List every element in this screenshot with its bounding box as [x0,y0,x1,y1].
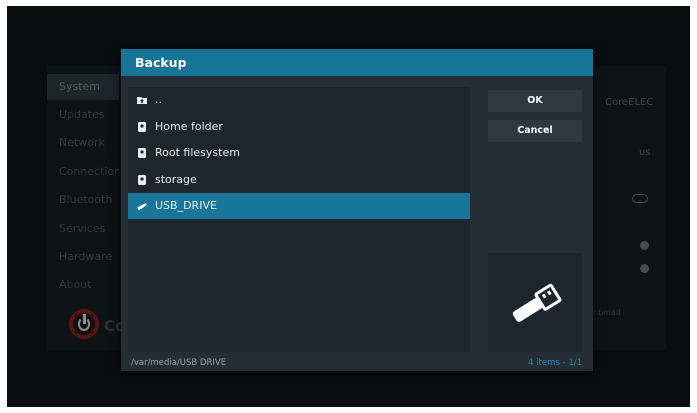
dialog-title: Backup [135,55,187,70]
file-item-label: USB_DRIVE [155,199,217,212]
file-list: .. Home folder Root filesystem storage U… [128,87,470,352]
drive-icon [138,122,146,132]
ok-button[interactable]: OK [488,90,582,112]
preview-panel [488,253,582,352]
item-count: 4 items - 1/1 [528,358,582,368]
file-item-label: .. [155,93,162,106]
backup-dialog: Backup .. Home folder Root filesystem st… [121,49,593,371]
current-path: /var/media/USB DRIVE [131,358,227,368]
page-indicator: 1/1 [568,358,582,368]
file-item-home[interactable]: Home folder [128,114,470,140]
drive-icon [138,175,146,185]
usb-drive-icon [512,283,562,322]
item-count-label: 4 items [528,358,560,368]
dialog-header: Backup [121,49,593,76]
file-item-label: storage [155,173,197,186]
file-item-storage[interactable]: storage [128,167,470,193]
folder-up-icon [137,97,147,104]
file-item-parent[interactable]: .. [128,87,470,113]
usb-icon [137,203,147,211]
cancel-button[interactable]: Cancel [488,120,582,142]
file-item-usb-drive[interactable]: USB_DRIVE [128,193,470,219]
file-item-label: Root filesystem [155,146,240,159]
file-item-root[interactable]: Root filesystem [128,140,470,166]
file-item-label: Home folder [155,120,223,133]
drive-icon [138,148,146,158]
